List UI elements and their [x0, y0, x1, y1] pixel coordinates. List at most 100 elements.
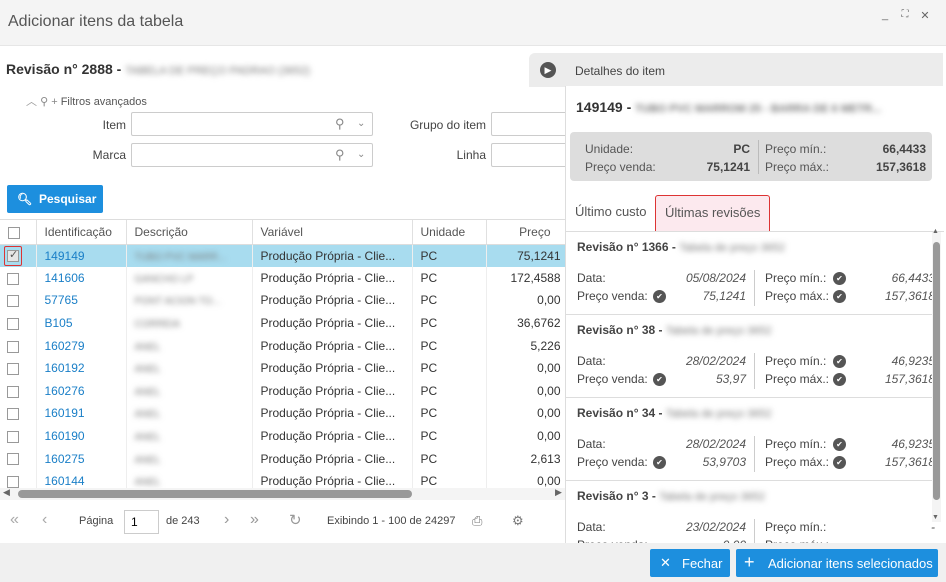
cell-price: 75,1241 [486, 244, 565, 267]
row-checkbox-cell[interactable] [0, 356, 37, 380]
cell-id[interactable]: 160276 [36, 379, 127, 403]
vertical-scrollbar[interactable]: ▲ ▼ [932, 228, 941, 522]
cell-id[interactable]: B105 [36, 311, 127, 335]
close-icon[interactable]: ✕ [918, 9, 932, 22]
search-icon[interactable]: ⚲ [335, 116, 345, 132]
table-row[interactable]: 141606 GANCHO LP Produção Própria - Clie..… [0, 266, 565, 290]
row-checkbox[interactable] [7, 453, 19, 466]
tab-ultimo-custo[interactable]: Último custo [566, 195, 656, 231]
add-selected-button[interactable]: + Adicionar itens selecionados [736, 549, 938, 577]
column-header[interactable]: Variável [252, 220, 413, 245]
table-row[interactable]: 160191 ANEL Produção Própria - Clie... PC 0,… [0, 402, 565, 425]
refresh-icon[interactable]: ↻ [289, 511, 302, 529]
prev-page-icon[interactable]: ‹ [42, 511, 47, 529]
cell-price: 36,6762 [486, 311, 565, 335]
row-checkbox[interactable] [7, 248, 19, 263]
select-all-checkbox[interactable] [0, 220, 37, 245]
scroll-down-icon[interactable]: ▼ [932, 514, 939, 521]
row-checkbox-cell[interactable] [0, 266, 37, 290]
marca-input[interactable]: ⚲ ⌄ [131, 143, 373, 167]
cell-variable: Produção Própria - Clie... [252, 356, 413, 380]
maximize-icon[interactable]: ⛶ [898, 9, 912, 20]
cell-id[interactable]: 149149 [36, 244, 127, 267]
cell-id[interactable]: 160144 [36, 469, 127, 488]
revisions-list: Revisão n° 1366 - Tabela de preço 3652 Da… [566, 232, 936, 543]
row-checkbox[interactable] [7, 317, 19, 330]
row-checkbox-cell[interactable] [0, 379, 37, 403]
horizontal-scrollbar[interactable]: ◀ ▶ [0, 487, 565, 500]
table-row[interactable]: 160276 ANEL Produção Própria - Clie... PC 0,… [0, 379, 565, 403]
scroll-right-icon[interactable]: ▶ [555, 487, 562, 498]
row-checkbox[interactable] [7, 385, 19, 398]
row-checkbox[interactable] [7, 340, 19, 353]
column-header[interactable]: Preço [486, 220, 565, 245]
row-checkbox-cell[interactable] [0, 334, 37, 357]
cell-id[interactable]: 160279 [36, 334, 127, 357]
row-checkbox-cell[interactable] [0, 244, 37, 267]
page-input[interactable] [124, 510, 159, 534]
row-checkbox[interactable] [7, 272, 19, 285]
cell-id[interactable]: 160190 [36, 424, 127, 448]
details-header[interactable]: ▶ Detalhes do item [529, 53, 943, 87]
revision-title: Revisão n° 3 - Tabela de preço 3652 [577, 489, 765, 503]
chevron-down-icon[interactable]: ⌄ [357, 149, 365, 160]
chevron-up-icon: ︿ [26, 96, 37, 108]
scroll-left-icon[interactable]: ◀ [3, 487, 10, 498]
table-row[interactable]: B105 CORREIA Produção Própria - Clie... PC 3… [0, 311, 565, 335]
advanced-filters-toggle[interactable]: ︿ ⚲ + Filtros avançados [26, 93, 147, 109]
table-row[interactable]: 160279 ANEL Produção Própria - Clie... PC 5,… [0, 334, 565, 357]
item-input[interactable]: ⚲ ⌄ [131, 112, 373, 136]
row-checkbox-cell[interactable] [0, 447, 37, 470]
cell-unit: PC [412, 424, 487, 448]
cell-id[interactable]: 160192 [36, 356, 127, 380]
table-row[interactable]: 149149TUBO PVC MARR...Produção Própria -… [0, 244, 565, 267]
scrollbar-thumb[interactable] [18, 490, 412, 498]
cell-unit: PC [412, 334, 487, 357]
row-checkbox-cell[interactable] [0, 289, 37, 312]
table-row[interactable]: 160192 ANEL Produção Própria - Clie... PC 0,… [0, 356, 565, 380]
settings-icon[interactable]: ⚙ [512, 513, 524, 529]
search-icon[interactable]: ⚲ [335, 147, 345, 163]
cell-description: ANEL [126, 402, 253, 425]
table-row[interactable]: 57765 PONT ACION TO... Produção Própria - … [0, 289, 565, 312]
check-circle-icon: ✔ [833, 438, 846, 451]
table-row[interactable]: 160190 ANEL Produção Própria - Clie... PC 0,… [0, 424, 565, 448]
linha-input[interactable] [491, 143, 571, 167]
cell-id[interactable]: 57765 [36, 289, 127, 312]
item-info-box: Unidade: PC Preço venda: 75,1241 Preço m… [570, 132, 932, 181]
chevron-down-icon[interactable]: ⌄ [357, 118, 365, 129]
scrollbar-thumb[interactable] [933, 242, 940, 500]
row-checkbox-cell[interactable] [0, 469, 37, 488]
row-checkbox[interactable] [7, 408, 19, 421]
first-page-icon[interactable]: « [10, 511, 19, 529]
divider [754, 270, 755, 306]
collapse-icon[interactable]: ▶ [540, 62, 556, 78]
minimize-icon[interactable]: _ [878, 9, 892, 21]
cell-description: ANEL [126, 447, 253, 470]
close-button[interactable]: ✕ Fechar [650, 549, 730, 577]
table-row[interactable]: 160275 ANEL Produção Própria - Clie... PC 2,… [0, 447, 565, 470]
column-header[interactable]: Unidade [412, 220, 487, 245]
row-checkbox[interactable] [7, 363, 19, 376]
column-header[interactable]: Descrição [126, 220, 253, 245]
row-checkbox[interactable] [7, 430, 19, 443]
column-header[interactable]: Identificação [36, 220, 127, 245]
row-checkbox-cell[interactable] [0, 311, 37, 335]
cell-id[interactable]: 141606 [36, 266, 127, 290]
tab-ultimas-revisoes[interactable]: Últimas revisões [655, 195, 771, 231]
details-tabs: Último custo Últimas revisões [566, 192, 944, 232]
check-circle-icon: ✔ [653, 456, 666, 469]
cell-id[interactable]: 160275 [36, 447, 127, 470]
cell-id[interactable]: 160191 [36, 402, 127, 425]
grupo-input[interactable] [491, 112, 571, 136]
last-page-icon[interactable]: » [250, 511, 259, 529]
row-checkbox-cell[interactable] [0, 402, 37, 425]
row-checkbox[interactable] [7, 295, 19, 308]
search-button[interactable]: 🔍︎ Pesquisar [7, 185, 103, 213]
check-circle-icon: ✔ [653, 290, 666, 303]
next-page-icon[interactable]: › [224, 511, 229, 529]
table-row[interactable]: 160144 ANEL Produção Própria - Clie... PC 0,… [0, 469, 565, 488]
print-icon[interactable]: ⎙ [472, 513, 482, 529]
scroll-up-icon[interactable]: ▲ [932, 228, 939, 235]
row-checkbox-cell[interactable] [0, 424, 37, 448]
